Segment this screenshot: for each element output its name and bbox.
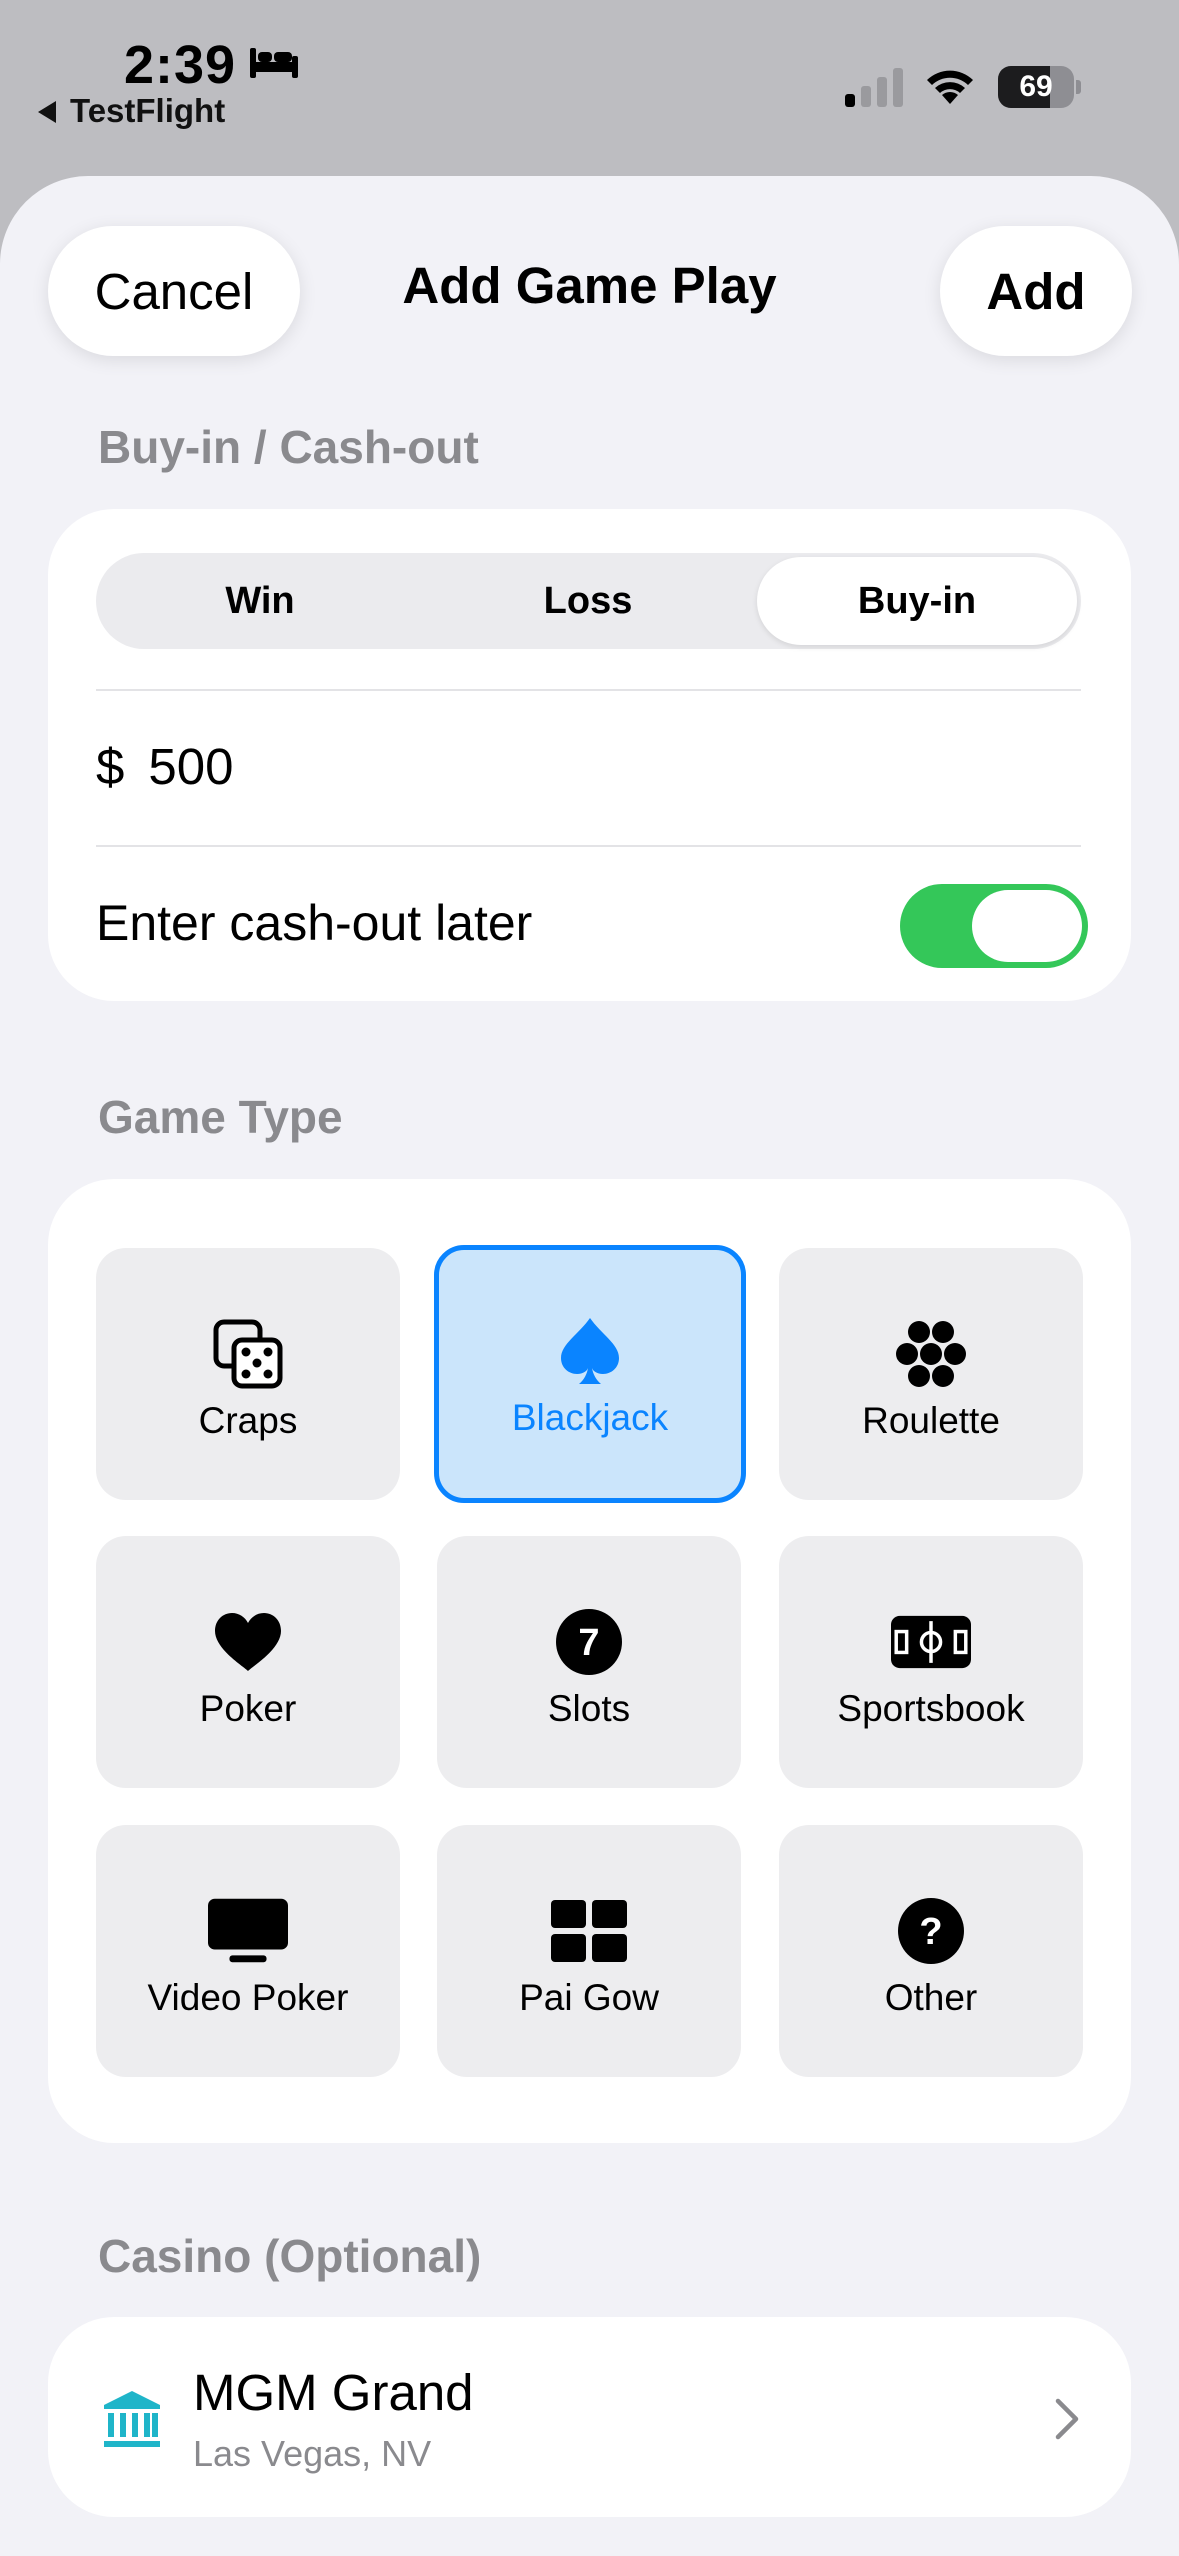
game-type-video-poker[interactable]: Video Poker <box>96 1825 400 2077</box>
game-type-label: Poker <box>199 1688 297 1729</box>
game-type-label: Blackjack <box>511 1397 669 1438</box>
game-type-other[interactable]: ? Other <box>779 1825 1083 2077</box>
back-app-label: TestFlight <box>70 92 226 129</box>
sleep-focus-icon <box>250 48 298 78</box>
add-button[interactable]: Add <box>940 226 1132 356</box>
game-type-slots[interactable]: 7 Slots <box>437 1536 741 1788</box>
game-type-label: Roulette <box>862 1400 1000 1441</box>
casino-section-header: Casino (Optional) <box>98 2230 482 2282</box>
segment-buyin[interactable]: Buy-in <box>757 557 1077 645</box>
divider <box>96 845 1081 847</box>
battery-level: 69 <box>1019 70 1053 103</box>
battery-icon: 69 <box>998 66 1081 108</box>
game-type-label: Sportsbook <box>837 1688 1025 1729</box>
casino-location: Las Vegas, NV <box>193 2433 432 2474</box>
tv-icon <box>208 1891 288 1971</box>
heart-icon <box>208 1602 288 1682</box>
segment-win[interactable]: Win <box>100 557 420 645</box>
back-to-app-link[interactable]: TestFlight <box>38 92 225 130</box>
segment-loss[interactable]: Loss <box>428 557 748 645</box>
game-type-label: Slots <box>547 1688 631 1729</box>
game-type-sportsbook[interactable]: Sportsbook <box>779 1536 1083 1788</box>
grid-icon <box>549 1891 629 1971</box>
chevron-right-icon <box>1055 2398 1079 2440</box>
spade-icon <box>550 1311 630 1391</box>
svg-text:?: ? <box>919 1911 942 1953</box>
buyin-card: Win Loss Buy-in $500 Enter cash-out late… <box>48 509 1131 1001</box>
game-type-label: Pai Gow <box>519 1977 659 2018</box>
game-type-roulette[interactable]: Roulette <box>779 1248 1083 1500</box>
casino-name: MGM Grand <box>193 2364 474 2421</box>
soccer-field-icon <box>891 1602 971 1682</box>
wifi-icon <box>927 70 973 104</box>
cellular-signal-icon <box>845 68 903 107</box>
back-arrow-icon <box>38 101 56 123</box>
game-type-label: Craps <box>198 1400 298 1441</box>
status-bar: 2:39 TestFlight 69 <box>0 0 1179 176</box>
casino-row[interactable]: MGM Grand Las Vegas, NV <box>48 2317 1131 2517</box>
game-type-poker[interactable]: Poker <box>96 1536 400 1788</box>
game-type-craps[interactable]: Craps <box>96 1248 400 1500</box>
game-type-blackjack[interactable]: Blackjack <box>434 1245 746 1503</box>
result-segmented-control[interactable]: Win Loss Buy-in <box>96 553 1081 649</box>
game-type-label: Other <box>884 1977 978 2018</box>
dice-icon <box>208 1314 288 1394</box>
game-type-card: Craps Blackjack Roulette Poker 7 Slots S… <box>48 1179 1131 2143</box>
toggle-knob <box>972 890 1082 962</box>
amount-field[interactable]: $500 <box>96 737 233 796</box>
game-type-pai-gow[interactable]: Pai Gow <box>437 1825 741 2077</box>
roulette-icon <box>891 1314 971 1394</box>
cashout-later-toggle[interactable] <box>900 884 1088 968</box>
game-type-label: Video Poker <box>147 1977 349 2018</box>
building-columns-icon <box>104 2391 160 2447</box>
seven-icon: 7 <box>549 1602 629 1682</box>
status-time: 2:39 <box>124 35 237 95</box>
question-icon: ? <box>891 1891 971 1971</box>
currency-symbol: $ <box>96 738 125 795</box>
add-game-play-sheet: Cancel Add Game Play Add Buy-in / Cash-o… <box>0 176 1179 2556</box>
amount-value: 500 <box>148 738 234 795</box>
cashout-later-label: Enter cash-out later <box>96 895 533 951</box>
divider <box>96 689 1081 691</box>
game-type-section-header: Game Type <box>98 1091 343 1143</box>
svg-text:7: 7 <box>578 1622 599 1664</box>
buyin-section-header: Buy-in / Cash-out <box>98 421 479 473</box>
